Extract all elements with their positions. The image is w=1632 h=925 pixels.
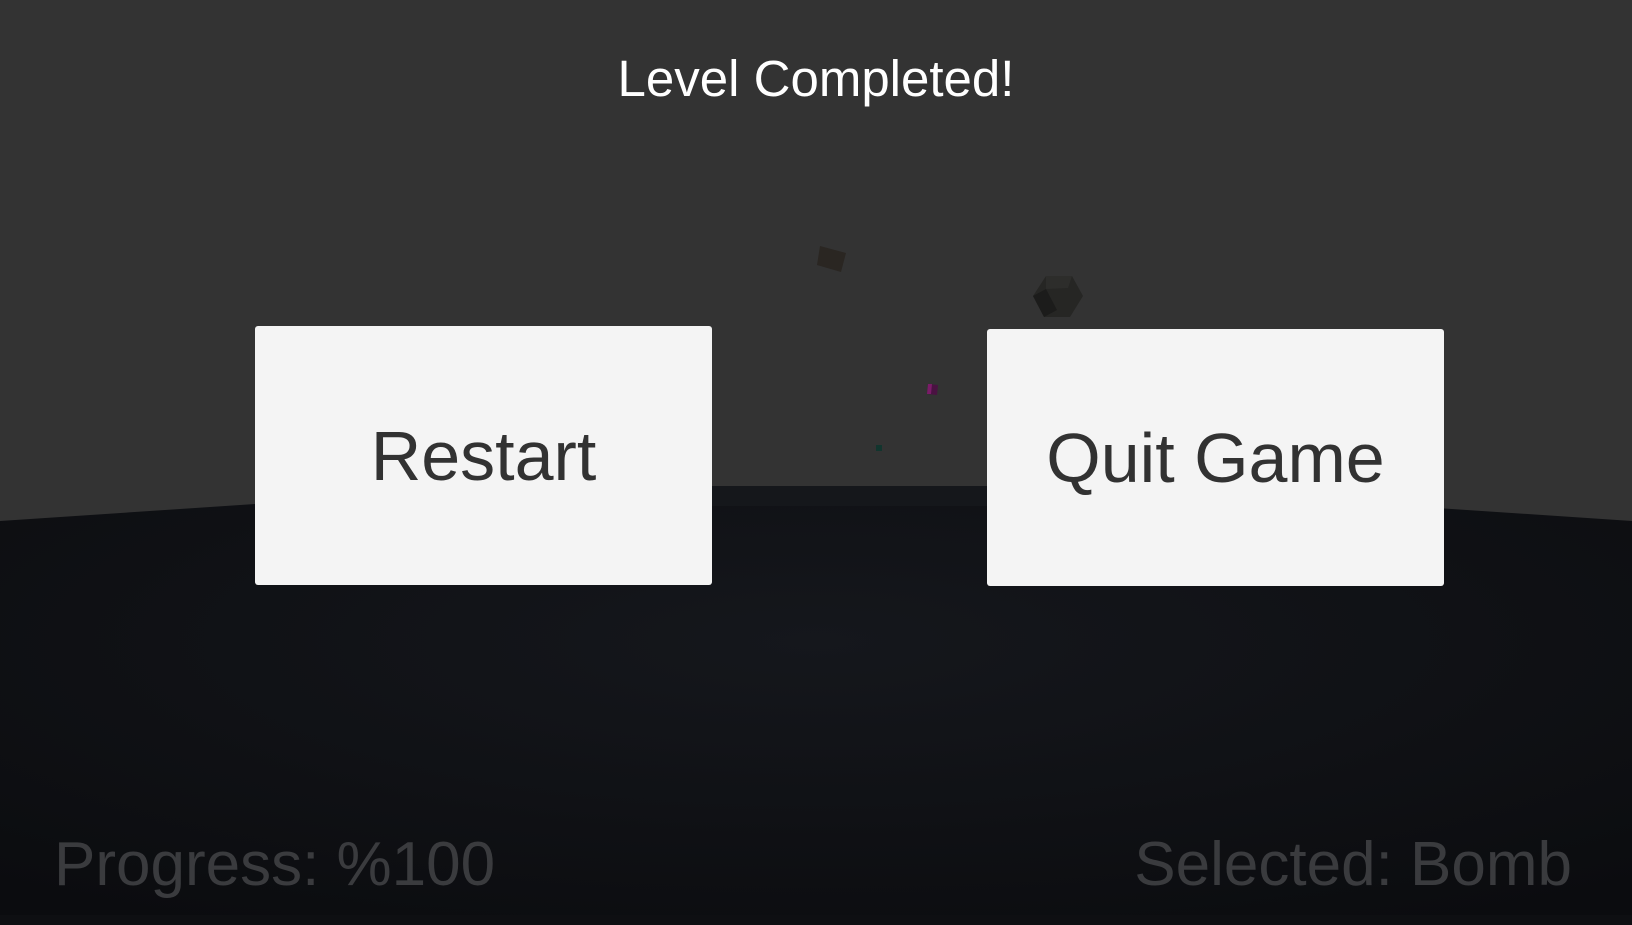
debris-cube-green: [876, 445, 882, 451]
game-viewport: Level Completed! Restart Quit Game Progr…: [0, 0, 1632, 925]
selected-item-indicator: Selected: Bomb: [1134, 830, 1572, 899]
quit-game-button[interactable]: Quit Game: [987, 329, 1444, 586]
bottom-edge: [0, 915, 1632, 925]
progress-indicator: Progress: %100: [54, 830, 496, 899]
restart-button[interactable]: Restart: [255, 326, 712, 585]
quit-game-button-label: Quit Game: [1046, 418, 1385, 497]
debris-cube-dark: [1033, 276, 1083, 317]
restart-button-label: Restart: [370, 416, 597, 495]
debris-cube-brown: [817, 246, 846, 272]
level-completed-title: Level Completed!: [617, 50, 1015, 107]
debris-cube-magenta: [927, 384, 938, 395]
